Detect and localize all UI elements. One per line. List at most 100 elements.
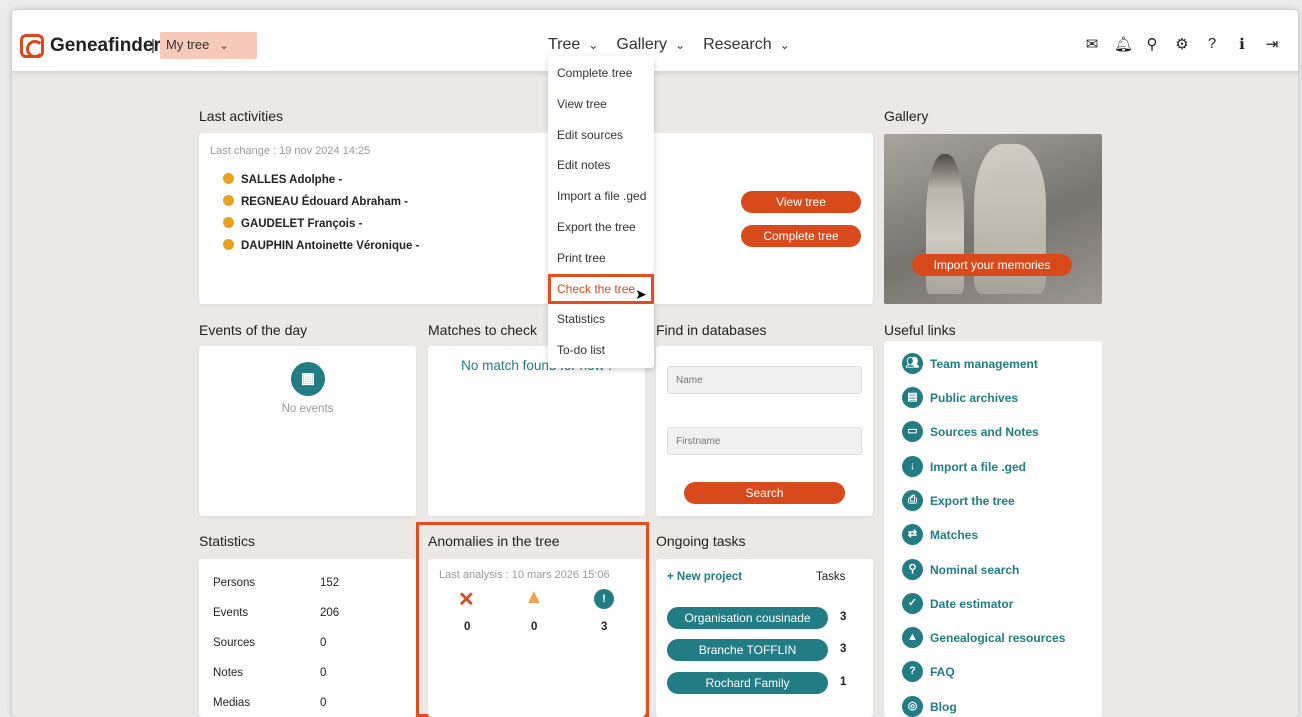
activity-person[interactable]: REGNEAU Édouard Abraham - (223, 195, 408, 208)
name-input[interactable] (667, 366, 862, 394)
link-nominal-search[interactable]: ⚲ Nominal search (902, 559, 1019, 580)
find-card: Search (656, 346, 873, 516)
nav-research-label: Research (703, 36, 772, 53)
link-matches[interactable]: ⇄ Matches (902, 524, 978, 545)
link-export-tree[interactable]: ⎙ Export the tree (902, 490, 1015, 511)
logout-icon[interactable]: ⇥ (1264, 35, 1280, 53)
mail-icon[interactable]: ✉ (1084, 35, 1100, 53)
chevron-down-icon: ⌄ (779, 38, 790, 52)
find-title: Find in databases (656, 322, 767, 338)
link-public-archives[interactable]: ▤ Public archives (902, 387, 1018, 408)
activity-person[interactable]: DAUPHIN Antoinette Véronique - (223, 239, 419, 252)
menu-item-edit-sources[interactable]: Edit sources (548, 120, 654, 151)
activity-person-name: DAUPHIN Antoinette Véronique - (241, 240, 420, 252)
activity-person[interactable]: SALLES Adolphe - (223, 173, 342, 186)
last-activities-card: Last change : 19 nov 2024 14:25 SALLES A… (199, 133, 873, 304)
anomalies-card[interactable]: Last analysis : 10 mars 2026 15:06 ✕ ▲ !… (428, 559, 645, 717)
stat-label: Sources (213, 637, 256, 649)
last-analysis: Last analysis : 10 mars 2026 15:06 (439, 569, 610, 581)
stat-value: 0 (320, 667, 327, 679)
tree-selector[interactable]: My tree ⌄ (160, 32, 257, 59)
tree-selector-value: My tree (166, 37, 210, 52)
link-label: Import a file .ged (930, 459, 1027, 474)
project-pill[interactable]: Rochard Family (667, 672, 828, 694)
menu-item-complete-tree[interactable]: Complete tree (548, 58, 654, 89)
bell-icon[interactable]: 🔔︎ (1114, 35, 1133, 53)
stat-row: Sources 0 (213, 637, 326, 649)
matches-icon: ⇄ (902, 524, 923, 545)
activity-dot-icon (223, 239, 234, 250)
top-navbar: Geneafinder | My tree ⌄ Tree ⌄ Gallery ⌄ Re… (12, 10, 1298, 72)
info-alert-icon: ! (594, 589, 614, 609)
document-icon: ▭ (902, 421, 923, 442)
useful-links-title: Useful links (884, 322, 956, 338)
link-faq[interactable]: ? FAQ (902, 661, 955, 682)
download-icon: ↓ (902, 456, 923, 477)
infos-count: 3 (601, 621, 608, 633)
events-empty: No events (281, 403, 334, 415)
new-project-link[interactable]: + New project (667, 571, 742, 583)
project-task-count: 3 (840, 643, 847, 655)
stat-label: Events (213, 607, 249, 619)
error-icon: ✕ (458, 589, 475, 611)
nav-gallery[interactable]: Gallery ⌄ (616, 36, 685, 54)
logo[interactable]: Geneafinder (20, 34, 161, 58)
gallery-photo[interactable]: Import your memories (884, 134, 1102, 304)
stat-value: 152 (320, 577, 340, 589)
project-pill[interactable]: Branche TOFFLIN (667, 639, 828, 661)
menu-item-import-ged[interactable]: Import a file .ged (548, 181, 654, 212)
search-icon[interactable]: ⚲ (1144, 35, 1160, 53)
view-tree-button[interactable]: View tree (741, 191, 861, 213)
info-icon[interactable]: ℹ (1234, 35, 1250, 53)
menu-item-statistics[interactable]: Statistics (548, 304, 654, 335)
complete-tree-button[interactable]: Complete tree (741, 225, 861, 247)
search-button[interactable]: Search (684, 482, 845, 504)
nav-tree-label: Tree (548, 36, 581, 53)
import-memories-button[interactable]: Import your memories (912, 254, 1072, 276)
logo-mark-icon (20, 34, 44, 58)
statistics-card: Persons 152 Events 206 Sources 0 Notes 0 Med… (199, 559, 416, 717)
firstname-input[interactable] (667, 427, 862, 455)
team-icon: 👥︎ (902, 353, 923, 374)
gallery-title: Gallery (884, 108, 929, 124)
archive-icon: ▤ (902, 387, 923, 408)
link-label: Matches (930, 527, 979, 542)
link-date-estimator[interactable]: ✓ Date estimator (902, 593, 1013, 614)
stat-row: Medias 0 (213, 697, 326, 709)
nav-research[interactable]: Research ⌄ (703, 36, 790, 54)
menu-item-export-tree[interactable]: Export the tree (548, 212, 654, 243)
link-import-ged[interactable]: ↓ Import a file .ged (902, 456, 1026, 477)
warnings-count: 0 (531, 621, 538, 633)
link-label: Public archives (930, 390, 1019, 405)
menu-item-view-tree[interactable]: View tree (548, 89, 654, 120)
menu-item-edit-notes[interactable]: Edit notes (548, 150, 654, 181)
activity-person[interactable]: GAUDELET François - (223, 217, 362, 230)
stat-label: Notes (213, 667, 244, 679)
menu-item-print-tree[interactable]: Print tree (548, 243, 654, 274)
nav-tree[interactable]: Tree ⌄ (548, 36, 598, 54)
calendar-icon: ▦ (291, 362, 325, 396)
tasks-title: Ongoing tasks (656, 533, 746, 549)
link-label: Nominal search (930, 562, 1020, 577)
activity-dot-icon (223, 173, 234, 184)
anomalies-title: Anomalies in the tree (428, 533, 560, 549)
link-sources-notes[interactable]: ▭ Sources and Notes (902, 421, 1039, 442)
search-icon: ⚲ (902, 559, 923, 580)
useful-links-card: 👥︎ Team management ▤ Public archives ▭ Sour… (884, 341, 1102, 717)
globe-icon: ◎ (902, 696, 923, 717)
gear-icon[interactable]: ⚙ (1174, 35, 1190, 53)
link-genealogical-resources[interactable]: ▲ Genealogical resources (902, 627, 1065, 648)
toolbar-icons: ✉ 🔔︎ ⚲ ⚙ ? ℹ ⇥ (1084, 35, 1280, 53)
help-icon[interactable]: ? (1204, 35, 1220, 53)
link-team-management[interactable]: 👥︎ Team management (902, 353, 1038, 374)
brand-name: Geneafinder (50, 35, 161, 56)
brand-separator: | (151, 37, 155, 54)
project-pill[interactable]: Organisation cousinade (667, 607, 828, 629)
tree-dropdown-menu: Complete tree View tree Edit sources Edi… (548, 56, 654, 368)
menu-item-todo-list[interactable]: To-do list (548, 335, 654, 366)
chevron-down-icon: ⌄ (675, 38, 686, 52)
link-label: Blog (930, 699, 957, 714)
stat-row: Events 206 (213, 607, 339, 619)
stat-value: 0 (320, 637, 327, 649)
link-blog[interactable]: ◎ Blog (902, 696, 957, 717)
